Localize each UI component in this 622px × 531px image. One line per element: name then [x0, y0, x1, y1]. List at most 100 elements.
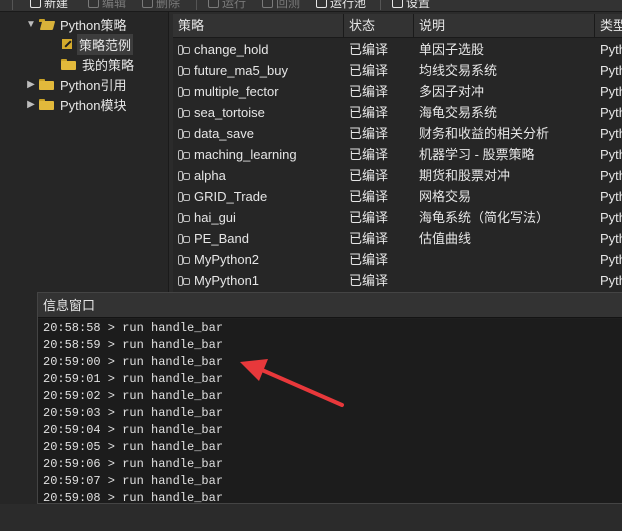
chevron-down-icon[interactable]: ▼ — [25, 19, 37, 30]
cell-status: 已编译 — [344, 249, 414, 270]
log-line: 20:59:00 > run handle_bar — [43, 355, 224, 369]
cell-status-text: 已编译 — [349, 210, 389, 225]
run-pool-button[interactable]: 运行池 — [316, 0, 366, 10]
tree-item-my-strategies[interactable]: 我的策略 — [61, 54, 136, 74]
tree-item-strategy-examples[interactable]: 策略范例 — [61, 33, 134, 55]
cell-status-text: 已编译 — [349, 105, 389, 120]
cell-status-text: 已编译 — [349, 168, 389, 183]
cell-strategy-name: maching_learning — [173, 144, 344, 165]
cell-type-text: Pyth — [600, 273, 622, 288]
tree-item-label: 我的策略 — [82, 57, 135, 73]
table-row[interactable]: alpha 已编译 期货和股票对冲 Pyth — [173, 165, 622, 186]
delete-icon — [142, 0, 153, 8]
column-header-status[interactable]: 状态 — [344, 14, 414, 37]
cell-strategy-name: multiple_fector — [173, 81, 344, 102]
message-window-title: 信息窗口 — [38, 293, 622, 318]
cell-status: 已编译 — [344, 207, 414, 228]
python-file-icon — [178, 66, 190, 76]
table-row[interactable]: maching_learning 已编译 机器学习 - 股票策略 Pyth — [173, 144, 622, 165]
chevron-right-icon[interactable]: ▶ — [25, 99, 37, 110]
table-row[interactable]: PE_Band 已编译 估值曲线 Pyth — [173, 228, 622, 249]
cell-status-text: 已编译 — [349, 189, 389, 204]
python-file-icon — [178, 171, 190, 181]
run-button[interactable]: 运行 — [208, 0, 246, 10]
cell-strategy-name: PE_Band — [173, 228, 344, 249]
table-row[interactable]: MyPython1 已编译 Pyth — [173, 270, 622, 291]
cell-type-text: Pyth — [600, 105, 622, 120]
cell-description-text: 均线交易系统 — [419, 63, 498, 78]
strategy-table: 策略 状态 说明 类型 change_hold已编译单因子选股Pythfutur… — [173, 14, 622, 294]
new-button[interactable]: 新建 — [30, 0, 68, 10]
message-log[interactable]: 20:58:58 > run handle_bar 20:58:59 > run … — [38, 319, 622, 503]
column-header-strategy[interactable]: 策略 — [173, 14, 344, 37]
cell-strategy-name: hai_gui — [173, 207, 344, 228]
toolbar: 新建 编辑 删除 运行 回测 运行池 设置 — [0, 0, 622, 12]
new-icon — [30, 0, 41, 8]
python-file-icon — [178, 192, 190, 202]
cell-description: 多因子对冲 — [414, 81, 595, 102]
run-pool-label: 运行池 — [330, 0, 367, 10]
cell-type: Pyth — [595, 270, 622, 291]
table-row[interactable]: multiple_fector 已编译 多因子对冲 Pyth — [173, 81, 622, 102]
cell-description — [414, 270, 595, 291]
cell-description: 财务和收益的相关分析 — [414, 123, 595, 144]
folder-icon — [61, 58, 76, 70]
cell-type: Pyth — [595, 39, 622, 60]
table-row[interactable]: change_hold 已编译 单因子选股 Pyth — [173, 39, 622, 60]
cell-type-text: Pyth — [600, 168, 622, 183]
table-row[interactable]: sea_tortoise 已编译 海龟交易系统 Pyth — [173, 102, 622, 123]
python-file-icon — [178, 213, 190, 223]
chevron-right-icon[interactable]: ▶ — [25, 79, 37, 90]
cell-strategy-name-text: hai_gui — [194, 210, 236, 225]
table-row[interactable]: future_ma5_buy 已编译 均线交易系统 Pyth — [173, 60, 622, 81]
log-line: 20:59:02 > run handle_bar — [43, 389, 224, 403]
cell-strategy-name-text: change_hold — [194, 42, 269, 57]
tree-item-python-references[interactable]: ▶ Python引用 — [25, 74, 128, 94]
cell-type: Pyth — [595, 165, 622, 186]
python-file-icon — [178, 45, 190, 55]
table-row[interactable]: MyPython2 已编译 Pyth — [173, 249, 622, 270]
tree-item-label: Python引用 — [60, 77, 127, 93]
tree-item-python-strategies[interactable]: ▼ Python策略 — [25, 14, 128, 34]
cell-status-text: 已编译 — [349, 63, 389, 78]
python-file-icon — [178, 276, 190, 286]
delete-button[interactable]: 删除 — [142, 0, 180, 10]
cell-status-text: 已编译 — [349, 42, 389, 57]
cell-description-text: 多因子对冲 — [419, 84, 485, 99]
cell-description-text: 估值曲线 — [419, 231, 472, 246]
cell-status: 已编译 — [344, 186, 414, 207]
log-line: 20:59:03 > run handle_bar — [43, 406, 224, 420]
table-row[interactable]: GRID_Trade 已编译 网格交易 Pyth — [173, 186, 622, 207]
toolbar-separator — [380, 0, 381, 10]
python-file-icon — [178, 255, 190, 265]
python-file-icon — [178, 87, 190, 97]
run-pool-icon — [316, 0, 327, 8]
tree-item-label: Python策略 — [60, 17, 127, 33]
cell-type: Pyth — [595, 81, 622, 102]
edit-button[interactable]: 编辑 — [88, 0, 126, 10]
cell-strategy-name: change_hold — [173, 39, 344, 60]
gear-icon — [392, 0, 403, 8]
settings-button[interactable]: 设置 — [392, 0, 430, 10]
status-bar — [0, 504, 622, 531]
strategy-file-icon — [61, 38, 73, 50]
column-header-description[interactable]: 说明 — [414, 14, 595, 37]
folder-open-icon — [39, 18, 54, 30]
cell-type: Pyth — [595, 207, 622, 228]
cell-description: 海龟系统（简化写法） — [414, 207, 595, 228]
new-label: 新建 — [44, 0, 69, 10]
column-header-type[interactable]: 类型 — [595, 14, 622, 37]
edit-label: 编辑 — [102, 0, 127, 10]
cell-description-text: 财务和收益的相关分析 — [419, 126, 550, 141]
cell-strategy-name: GRID_Trade — [173, 186, 344, 207]
tree-item-label: 策略范例 — [77, 33, 134, 55]
table-row[interactable]: hai_gui 已编译 海龟系统（简化写法） Pyth — [173, 207, 622, 228]
cell-type: Pyth — [595, 249, 622, 270]
cell-description: 网格交易 — [414, 186, 595, 207]
backtest-button[interactable]: 回测 — [262, 0, 300, 10]
backtest-icon — [262, 0, 273, 8]
tree-item-python-modules[interactable]: ▶ Python模块 — [25, 94, 128, 114]
table-row[interactable]: data_save 已编译 财务和收益的相关分析 Pyth — [173, 123, 622, 144]
cell-description-text: 期货和股票对冲 — [419, 168, 511, 183]
log-line: 20:59:08 > run handle_bar — [43, 491, 224, 503]
